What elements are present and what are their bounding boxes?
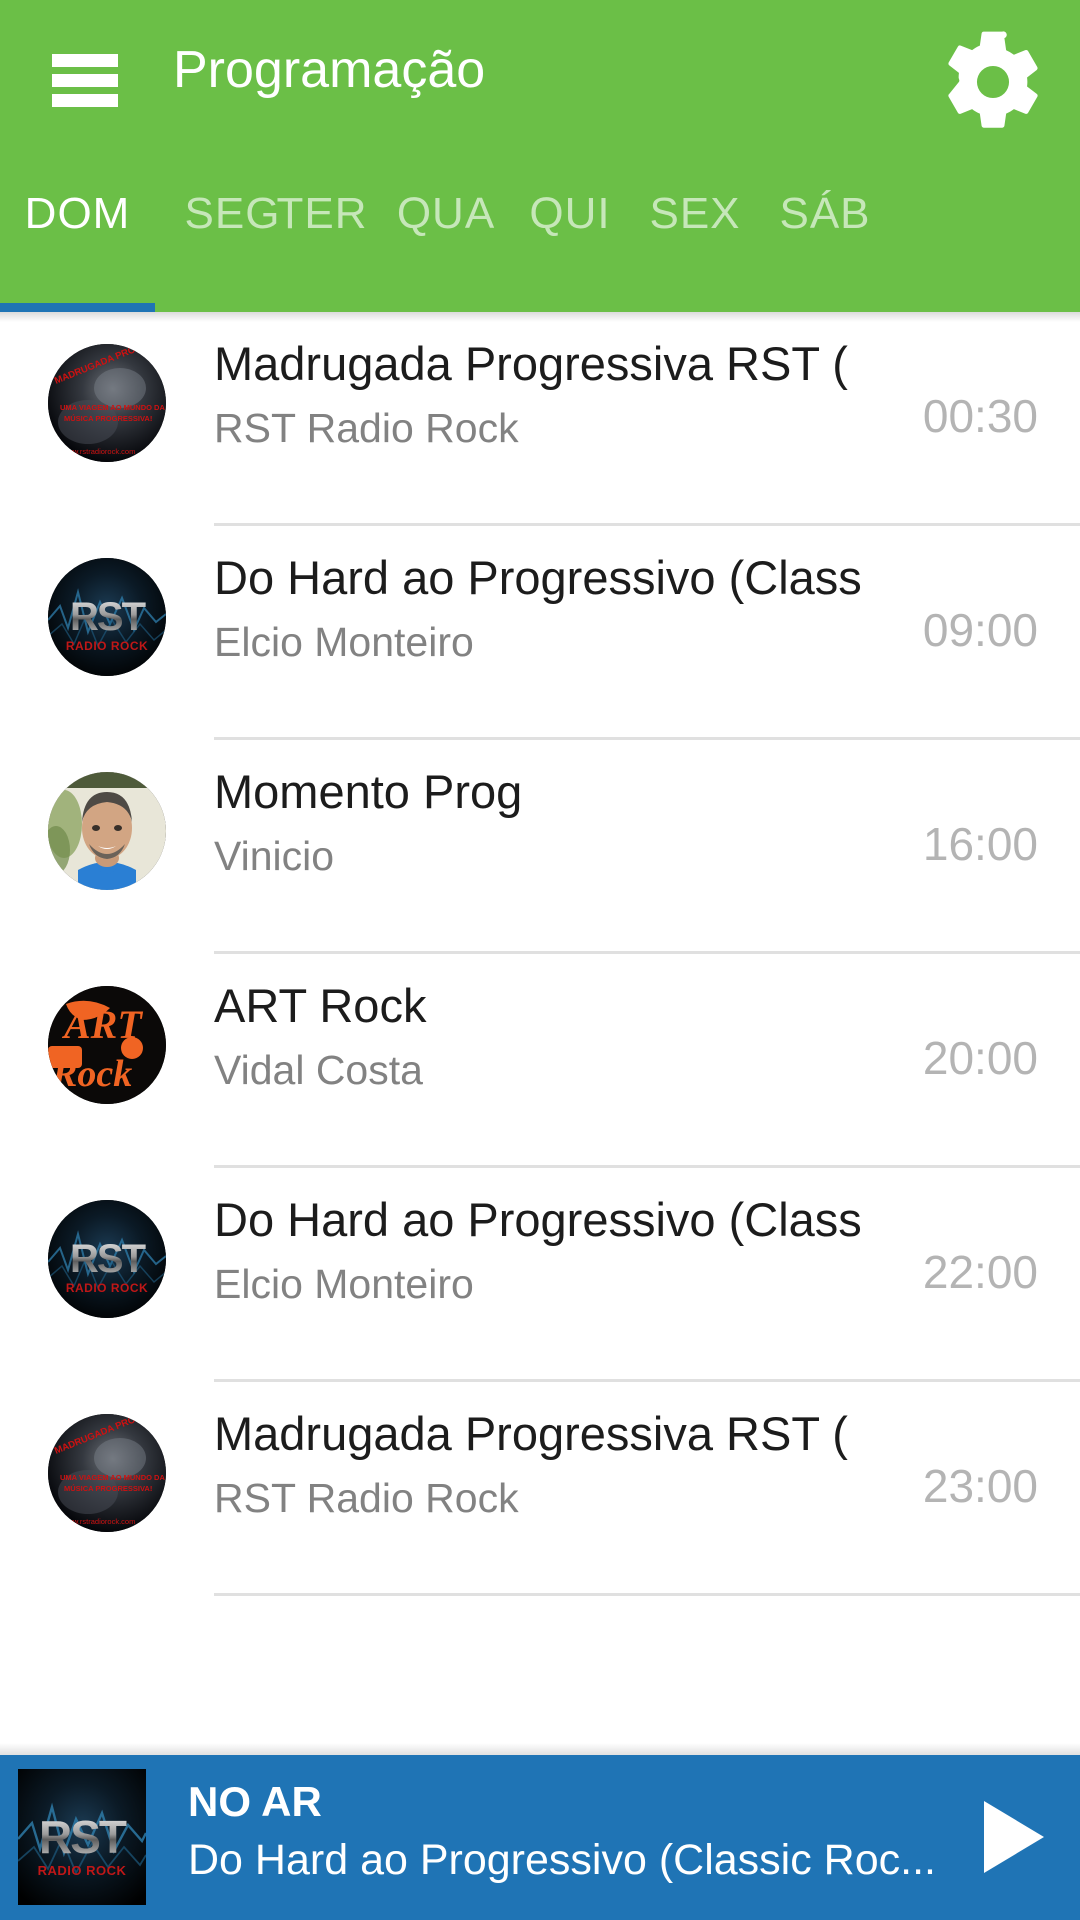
list-item[interactable]: ART Rock ART Rock Vidal Costa 20:00 (0, 954, 1080, 1168)
hamburger-bar (52, 94, 118, 107)
list-item-texts: Do Hard ao Progressivo (Class Elcio Mont… (214, 1188, 904, 1338)
gear-icon[interactable] (938, 27, 1048, 137)
program-time: 23:00 (922, 1460, 1038, 1512)
rst-radio-rock-logo: RST RADIO ROCK (18, 1769, 146, 1905)
tab-label: SÁB (779, 189, 871, 238)
now-playing-program: Do Hard ao Progressivo (Classic Roc... (188, 1836, 936, 1884)
schedule-list[interactable]: MADRUGADA PROGRESSIVA UMA VIAGEM AO MUND… (0, 312, 1080, 1755)
program-host: Vinicio (214, 833, 335, 879)
list-item-texts: Madrugada Progressiva RST ( RST Radio Ro… (214, 332, 904, 482)
app-bar: Programação (0, 0, 1080, 160)
rst-radio-rock-logo: RST RADIO ROCK (48, 1200, 166, 1318)
tab-label: QUA (396, 189, 496, 238)
program-time: 16:00 (922, 818, 1038, 870)
hamburger-bar (52, 74, 118, 87)
svg-text:UMA VIAGEM AO MUNDO DA: UMA VIAGEM AO MUNDO DA (60, 403, 165, 412)
svg-text:RST: RST (70, 595, 146, 639)
tab-sab[interactable]: SÁB (745, 160, 905, 312)
status-badge: NO AR (188, 1778, 322, 1825)
program-host: Elcio Monteiro (214, 1261, 474, 1307)
svg-text:www.rstradiorock.com: www.rstradiorock.com (61, 1517, 135, 1526)
svg-text:RADIO ROCK: RADIO ROCK (66, 1281, 148, 1295)
app-header: Programação DOM SEG TER QUA QUI SEX SÁB (0, 0, 1080, 312)
art-rock-logo: ART Rock (48, 986, 166, 1104)
program-title: Do Hard ao Progressivo (Class (214, 551, 862, 604)
now-playing-texts: NO AR Do Hard ao Progressivo (Classic Ro… (188, 1775, 948, 1891)
now-playing-bar[interactable]: RST RADIO ROCK NO AR Do Hard ao Progress… (0, 1743, 1080, 1920)
list-item-texts: ART Rock Vidal Costa (214, 974, 904, 1124)
program-time: 22:00 (922, 1246, 1038, 1298)
program-host: Elcio Monteiro (214, 619, 474, 665)
program-time: 09:00 (922, 604, 1038, 656)
program-host: Vidal Costa (214, 1047, 423, 1093)
program-title: Do Hard ao Progressivo (Class (214, 1193, 862, 1246)
svg-text:RADIO ROCK: RADIO ROCK (66, 639, 148, 653)
tab-active-indicator (0, 303, 155, 312)
list-divider (214, 1593, 1080, 1596)
tab-label: DOM (24, 189, 131, 238)
hamburger-bar (52, 54, 118, 67)
hamburger-menu-icon[interactable] (44, 48, 126, 112)
page-title: Programação (173, 41, 486, 99)
program-title: Madrugada Progressiva RST ( (214, 1407, 848, 1460)
svg-text:RST: RST (39, 1811, 127, 1863)
svg-text:www.rstradiorock.com: www.rstradiorock.com (61, 447, 135, 456)
svg-text:RADIO ROCK: RADIO ROCK (38, 1863, 127, 1878)
svg-text:UMA VIAGEM AO MUNDO DA: UMA VIAGEM AO MUNDO DA (60, 1473, 165, 1482)
tab-label: QUI (529, 189, 611, 238)
svg-text:RST: RST (70, 1237, 146, 1281)
program-time: 20:00 (922, 1032, 1038, 1084)
madrugada-progressiva-logo: MADRUGADA PROGRESSIVA UMA VIAGEM AO MUND… (48, 344, 166, 462)
program-time: 00:30 (922, 390, 1038, 442)
day-tabs: DOM SEG TER QUA QUI SEX SÁB (0, 160, 1080, 312)
svg-text:MÚSICA PROGRESSIVA!: MÚSICA PROGRESSIVA! (64, 1484, 152, 1493)
program-title: Momento Prog (214, 765, 523, 818)
list-item[interactable]: Momento Prog Vinicio 16:00 (0, 740, 1080, 954)
rst-radio-rock-logo: RST RADIO ROCK (48, 558, 166, 676)
play-icon[interactable] (960, 1789, 1056, 1885)
list-item-texts: Momento Prog Vinicio (214, 760, 904, 910)
list-item[interactable]: MADRUGADA PROGRESSIVA UMA VIAGEM AO MUND… (0, 1382, 1080, 1596)
list-item[interactable]: RST RADIO ROCK Do Hard ao Progressivo (C… (0, 526, 1080, 740)
list-item-texts: Madrugada Progressiva RST ( RST Radio Ro… (214, 1402, 904, 1552)
program-title: Madrugada Progressiva RST ( (214, 337, 848, 390)
svg-text:MÚSICA PROGRESSIVA!: MÚSICA PROGRESSIVA! (64, 414, 152, 423)
tab-dom[interactable]: DOM (0, 160, 155, 312)
madrugada-progressiva-logo: MADRUGADA PROGRESSIVA UMA VIAGEM AO MUND… (48, 1414, 166, 1532)
program-host: RST Radio Rock (214, 405, 519, 451)
program-host: RST Radio Rock (214, 1475, 519, 1521)
list-item[interactable]: MADRUGADA PROGRESSIVA UMA VIAGEM AO MUND… (0, 312, 1080, 526)
program-title: ART Rock (214, 979, 427, 1032)
tab-label: SEX (649, 189, 741, 238)
tab-label: TER (276, 189, 368, 238)
list-item[interactable]: RST RADIO ROCK Do Hard ao Progressivo (C… (0, 1168, 1080, 1382)
vinicio-photo (48, 772, 166, 890)
list-item-texts: Do Hard ao Progressivo (Class Elcio Mont… (214, 546, 904, 696)
